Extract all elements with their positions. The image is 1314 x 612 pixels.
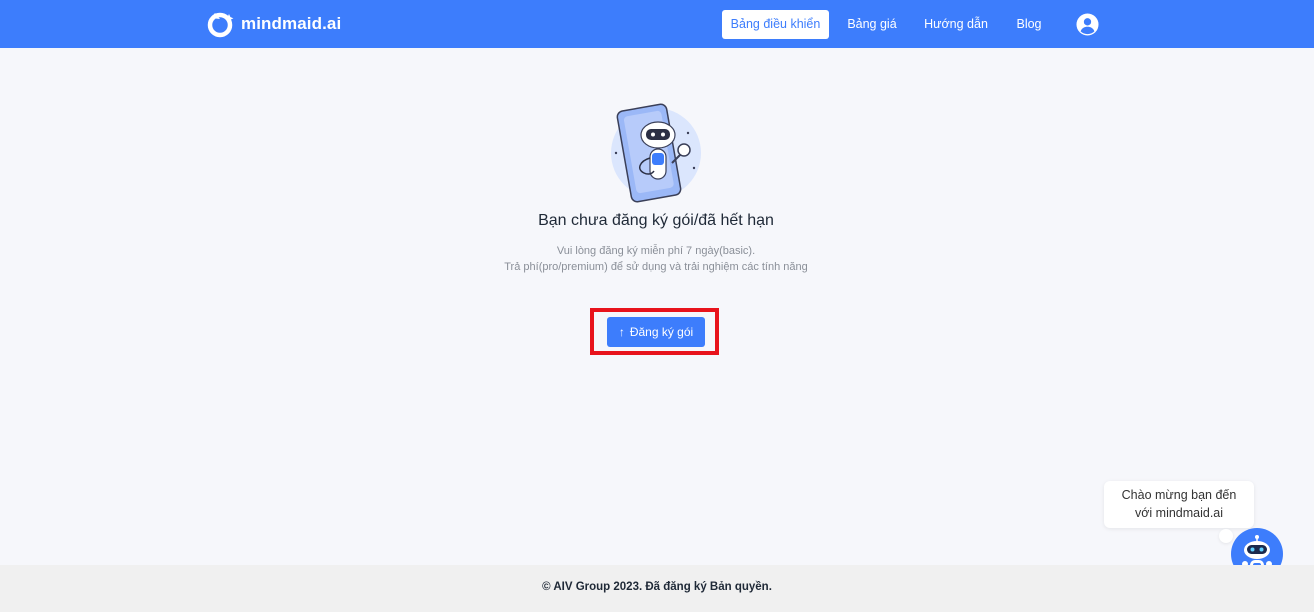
brand-name: mindmaid.ai [241, 14, 342, 33]
mindmaid-logo-icon [207, 12, 234, 38]
brand-link[interactable]: mindmaid.ai [205, 10, 341, 38]
page-heading: Bạn chưa đăng ký gói/đã hết hạn [538, 212, 774, 229]
subtext-paid: Trả phí(pro/premium) để sử dụng và trải … [504, 261, 808, 273]
welcome-line-2: với mindmaid.ai [1134, 506, 1224, 520]
nav-pricing[interactable]: Bảng giá [840, 10, 904, 39]
page-footer: © AIV Group 2023. Đã đăng ký Bản quyền. [0, 565, 1314, 612]
subtext-trial: Vui lòng đăng ký miễn phí 7 ngày(basic). [556, 245, 756, 257]
nav-blog[interactable]: Blog [1008, 10, 1050, 39]
welcome-chat-bubble: Chào mừng bạn đến với mindmaid.ai [1104, 481, 1254, 528]
robot-phone-illustration-icon [611, 103, 701, 203]
register-plan-button[interactable]: ↑ Đăng ký gói [607, 317, 705, 347]
welcome-line-1: Chào mừng bạn đến [1121, 488, 1237, 502]
copyright-text: © AIV Group 2023. Đã đăng ký Bản quyền. [542, 581, 772, 593]
nav-dashboard[interactable]: Bảng điều khiển [722, 10, 829, 39]
user-circle-icon[interactable] [1076, 13, 1099, 36]
arrow-up-icon: ↑ [618, 325, 625, 339]
nav-guide[interactable]: Hướng dẫn [918, 10, 994, 39]
register-plan-label: Đăng ký gói [629, 325, 694, 339]
top-navbar: mindmaid.ai Bảng điều khiển Bảng giá Hướ… [0, 0, 1314, 48]
